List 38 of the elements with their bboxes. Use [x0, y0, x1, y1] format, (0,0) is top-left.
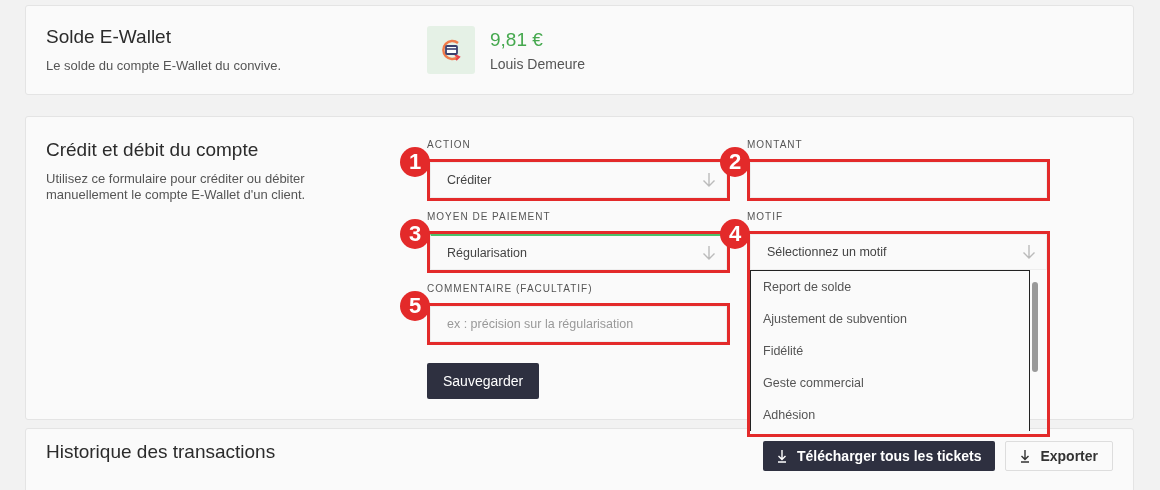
select-field[interactable]: Sélectionnez un motif [750, 234, 1047, 270]
number-badge: 4 [720, 219, 750, 249]
number-badge: 3 [400, 219, 430, 249]
dropdown-option[interactable]: Ajustement de subvention [751, 303, 1030, 335]
download-icon [777, 449, 787, 463]
number-badge: 2 [720, 147, 750, 177]
select-placeholder: Sélectionnez un motif [767, 245, 888, 259]
number-badge: 5 [400, 291, 430, 321]
owner-name: Louis Demeure [490, 55, 585, 72]
select-field[interactable]: Régularisation [430, 234, 727, 270]
select-value: Créditer [447, 173, 493, 187]
select-value: Régularisation [447, 245, 528, 260]
input-field[interactable]: ex : précision sur la régularisation [430, 306, 727, 342]
card-description: Utilisez ce formulaire pour créditer ou débiter manuellement le compte E-Wallet d'un client. [46, 171, 307, 203]
field-label: ACTION [427, 139, 472, 150]
field-label: MOYEN DE PAIEMENT [427, 211, 552, 222]
card-description: Le solde du compte E-Wallet du convive. [46, 58, 283, 74]
card-title: Solde E-Wallet [46, 26, 172, 48]
dropdown-option[interactable]: Geste commercial [751, 367, 1030, 399]
field-label: COMMENTAIRE (FACULTATIF) [427, 283, 594, 294]
toolbar-button[interactable]: Télécharger tous les tickets [763, 441, 996, 471]
field-label: MOTIF [747, 211, 785, 222]
select-field[interactable]: Créditer [430, 162, 727, 198]
card-title: Historique des transactions [46, 441, 276, 463]
down-arrow-icon [1022, 244, 1036, 260]
wallet-icon [427, 26, 475, 74]
dropdown-option[interactable]: Fidélité [751, 335, 1030, 367]
down-arrow-icon [702, 172, 716, 188]
save-button[interactable]: Sauvegarder [427, 363, 540, 399]
dropdown-option[interactable]: Report de solde [751, 271, 1030, 303]
down-arrow-icon [702, 244, 716, 261]
dropdown-option[interactable]: Adhésion [751, 399, 1030, 431]
number-badge: 1 [400, 147, 430, 177]
field-label: MONTANT [747, 139, 804, 150]
download-icon [1020, 449, 1031, 463]
card-title: Crédit et débit du compte [46, 139, 260, 161]
balance-amount: 9,81 € [490, 28, 544, 51]
toolbar-button[interactable]: Exporter [1005, 441, 1113, 471]
